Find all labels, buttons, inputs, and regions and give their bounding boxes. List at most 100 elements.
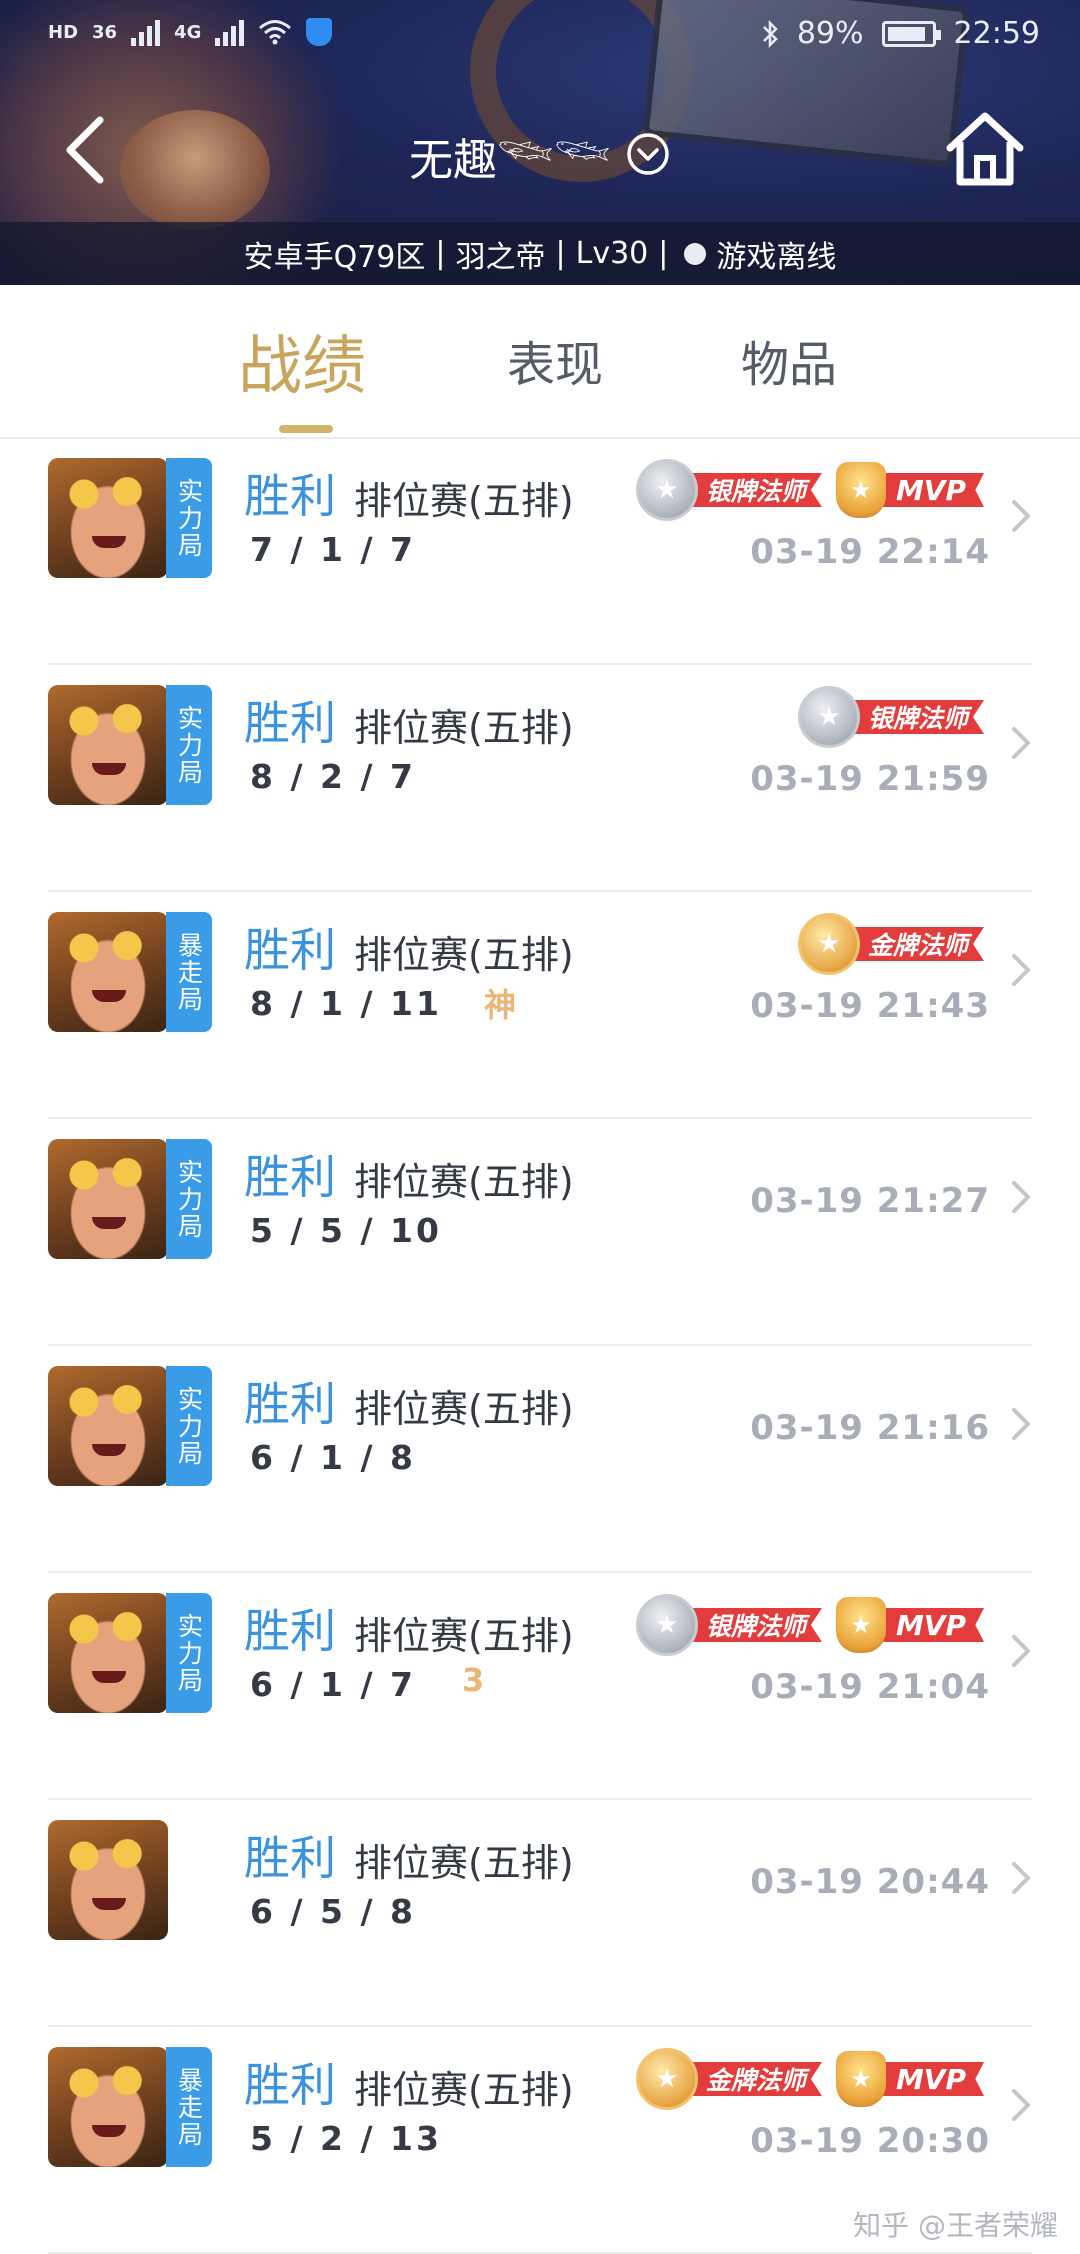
tab-performance[interactable]: 表现 — [507, 325, 603, 395]
match-badges: ★ 银牌法师 ★ MVP — [635, 1591, 984, 1659]
match-row[interactable]: 暴走局 胜利 排位赛(五排) 8 / 1 / 11 神 03-19 21:43 ★ 金牌法师 — [0, 892, 1080, 1119]
mvp-badge: ★ MVP — [835, 462, 984, 518]
match-result: 胜利 — [244, 923, 336, 977]
separator: | — [658, 236, 669, 271]
trophy-icon: ★ — [835, 2051, 886, 2107]
medal-label: 银牌法师 — [683, 1608, 822, 1642]
match-result: 胜利 — [244, 469, 336, 523]
chevron-right-icon — [1012, 954, 1030, 986]
match-row[interactable]: 实力局 胜利 排位赛(五排) 6 / 1 / 8 03-19 21:16 — [0, 1346, 1080, 1573]
medal-badge: ★ 银牌法师 — [797, 686, 984, 748]
medal-label: 银牌法师 — [845, 700, 984, 734]
match-mode: 排位赛(五排) — [354, 1160, 574, 1204]
bluetooth-icon — [762, 19, 778, 48]
kda-score: 7 / 1 / 7 — [250, 530, 416, 569]
signal-bars-icon — [131, 18, 161, 46]
separator: | — [555, 236, 566, 271]
match-result: 胜利 — [244, 696, 336, 750]
mvp-label: MVP — [875, 2062, 984, 2096]
match-type-tag: 实力局 — [166, 1366, 212, 1486]
medal-badge: ★ 金牌法师 — [635, 2048, 822, 2110]
network-type-2: 4G — [174, 21, 202, 43]
match-type-tag: 暴走局 — [166, 2047, 212, 2167]
player-switcher[interactable]: 无趣𓆝𓆝 — [409, 118, 671, 190]
active-tab-indicator — [279, 425, 333, 433]
hd-indicator: HD — [48, 21, 79, 43]
match-type-tag: 暴走局 — [166, 912, 212, 1032]
match-mode: 排位赛(五排) — [354, 933, 574, 977]
medal-label: 银牌法师 — [683, 473, 822, 507]
player-name: 无趣𓆝𓆝 — [409, 135, 611, 186]
match-badges: ★ 银牌法师 ★ MVP — [635, 456, 984, 524]
hero-avatar — [48, 1366, 168, 1486]
medal-icon: ★ — [797, 913, 860, 975]
match-time: 03-19 21:16 — [750, 1408, 990, 1448]
battery-fill — [887, 26, 925, 41]
match-badges: ★ 银牌法师 — [797, 683, 984, 751]
mvp-badge: ★ MVP — [835, 1597, 984, 1653]
online-status-dot-icon — [684, 242, 707, 265]
hero-avatar — [48, 2047, 168, 2167]
kda-score: 6 / 5 / 8 — [250, 1892, 416, 1931]
tab-record[interactable]: 战绩 — [238, 315, 366, 407]
match-row[interactable]: 实力局 胜利 排位赛(五排) 8 / 2 / 7 03-19 21:59 ★ 银牌法师 — [0, 665, 1080, 892]
match-time: 03-19 21:04 — [750, 1667, 990, 1707]
chevron-right-icon — [1012, 1635, 1030, 1667]
player-info-bar: 安卓手Q79区 | 羽之帝 | Lv30 | 游戏离线 — [0, 222, 1080, 285]
hero-avatar — [48, 685, 168, 805]
hero-avatar — [48, 1820, 168, 1940]
medal-icon: ★ — [635, 459, 698, 521]
kda-score: 8 / 1 / 11 — [250, 984, 442, 1023]
performance-mark: 3 — [462, 1661, 485, 1699]
trophy-icon: ★ — [835, 1597, 886, 1653]
clock: 22:59 — [953, 16, 1040, 51]
hero-avatar — [48, 1139, 168, 1259]
match-result: 胜利 — [244, 1604, 336, 1658]
chevron-down-circle-icon — [627, 133, 669, 175]
mvp-badge: ★ MVP — [835, 2051, 984, 2107]
match-time: 03-19 20:30 — [750, 2121, 990, 2161]
match-time: 03-19 21:27 — [750, 1181, 990, 1221]
match-list: 实力局 胜利 排位赛(五排) 7 / 1 / 7 03-19 22:14 ★ 银牌法师 ★ MV… — [0, 438, 1080, 2254]
match-time: 03-19 20:44 — [750, 1862, 990, 1902]
match-mode: 排位赛(五排) — [354, 1614, 574, 1658]
medal-icon: ★ — [797, 686, 860, 748]
match-result: 胜利 — [244, 2058, 336, 2112]
player-name-bar: 无趣𓆝𓆝 — [0, 118, 1080, 190]
match-row[interactable]: 实力局 胜利 排位赛(五排) 6 / 1 / 7 3 03-19 21:04 ★ 银牌法师 ★ M… — [0, 1573, 1080, 1800]
match-result: 胜利 — [244, 1831, 336, 1885]
kda-score: 5 / 5 / 10 — [250, 1211, 442, 1250]
match-row[interactable]: 胜利 排位赛(五排) 6 / 5 / 8 03-19 20:44 — [0, 1800, 1080, 2027]
match-type-tag: 实力局 — [166, 1139, 212, 1259]
chevron-right-icon — [1012, 2089, 1030, 2121]
match-type-tag: 实力局 — [166, 1593, 212, 1713]
medal-badge: ★ 银牌法师 — [635, 1594, 822, 1656]
match-mode: 排位赛(五排) — [354, 1841, 574, 1885]
mvp-label: MVP — [875, 473, 984, 507]
tab-bar: 战绩 表现 物品 — [0, 285, 1080, 439]
tab-items[interactable]: 物品 — [741, 325, 837, 395]
mvp-label: MVP — [875, 1608, 984, 1642]
kda-score: 6 / 1 / 7 — [250, 1665, 416, 1704]
chevron-right-icon — [1012, 727, 1030, 759]
medal-icon: ★ — [635, 1594, 698, 1656]
medal-label: 金牌法师 — [683, 2062, 822, 2096]
chevron-right-icon — [1012, 500, 1030, 532]
chevron-right-icon — [1012, 1408, 1030, 1440]
medal-badge: ★ 金牌法师 — [797, 913, 984, 975]
hero-avatar — [48, 912, 168, 1032]
status-bar: HD 36 4G 89% 22:59 — [0, 0, 1080, 80]
match-result: 胜利 — [244, 1150, 336, 1204]
medal-badge: ★ 银牌法师 — [635, 459, 822, 521]
battery-icon — [881, 20, 941, 47]
match-row[interactable]: 实力局 胜利 排位赛(五排) 7 / 1 / 7 03-19 22:14 ★ 银牌法师 ★ MV… — [0, 438, 1080, 665]
match-mode: 排位赛(五排) — [354, 706, 574, 750]
match-type-tag: 实力局 — [166, 685, 212, 805]
online-status: 游戏离线 — [716, 239, 837, 275]
home-icon[interactable] — [944, 108, 1026, 190]
match-row[interactable]: 实力局 胜利 排位赛(五排) 5 / 5 / 10 03-19 21:27 — [0, 1119, 1080, 1346]
medal-icon: ★ — [635, 2048, 698, 2110]
performance-mark: 神 — [484, 986, 517, 1024]
kda-score: 6 / 1 / 8 — [250, 1438, 416, 1477]
match-result: 胜利 — [244, 1377, 336, 1431]
